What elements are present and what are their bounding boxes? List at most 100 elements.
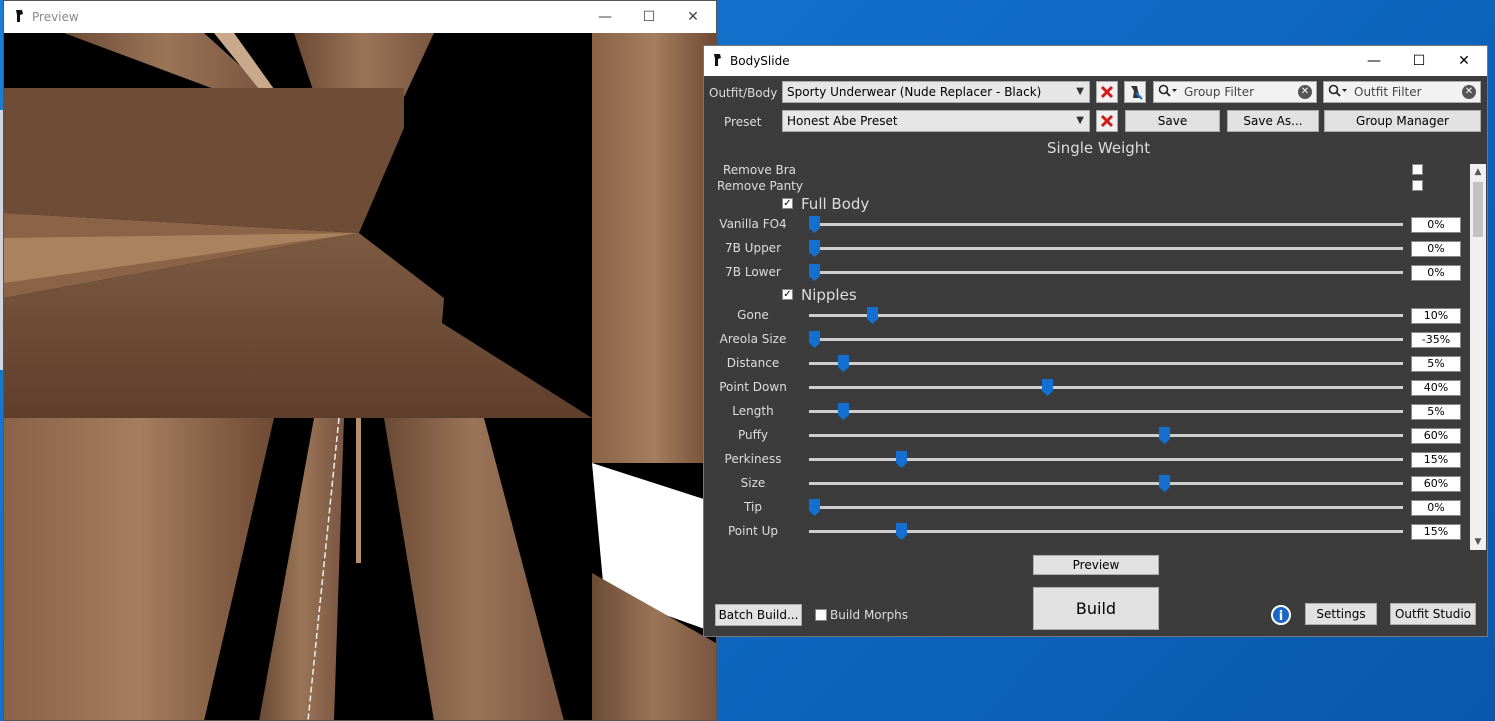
weight-title: Single Weight <box>1047 139 1151 157</box>
slider-label: Point Down <box>719 380 787 394</box>
slider-thumb[interactable] <box>1158 475 1170 492</box>
slider-thumb[interactable] <box>809 216 820 233</box>
slider-label: 7B Upper <box>724 241 781 255</box>
slider-value-field[interactable]: 0% <box>1411 265 1461 281</box>
slider-value-field[interactable]: 60% <box>1411 428 1461 444</box>
maximize-icon: ☐ <box>642 9 656 25</box>
full-body-heading: Full Body <box>801 195 870 213</box>
preview-window: Preview — ☐ ✕ <box>3 0 717 721</box>
remove-bra-label: Remove Bra <box>723 163 797 177</box>
outfit-filter-input[interactable]: Outfit Filter ✕ <box>1323 81 1481 103</box>
slider-thumb[interactable] <box>896 523 908 540</box>
slider-thumb[interactable] <box>809 264 820 281</box>
group-manager-button[interactable]: Group Manager <box>1324 110 1481 132</box>
slider-label: 7B Lower <box>725 265 781 279</box>
slider-value-field[interactable]: -35% <box>1411 332 1461 348</box>
group-filter-input[interactable]: Group Filter ✕ <box>1153 81 1317 103</box>
slider-track[interactable] <box>809 434 1403 437</box>
slider-value-field[interactable]: 5% <box>1411 356 1461 372</box>
search-icon <box>1158 84 1178 104</box>
info-icon[interactable]: i <box>1271 605 1291 625</box>
minimize-icon: — <box>1367 53 1381 69</box>
slider-track[interactable] <box>809 506 1403 509</box>
slider-track[interactable] <box>809 223 1403 226</box>
batch-build-button[interactable]: Batch Build... <box>715 604 802 626</box>
slider-label: Gone <box>737 308 769 322</box>
slider-thumb[interactable] <box>1158 427 1170 444</box>
preview-button[interactable]: Preview <box>1033 555 1159 575</box>
slider-track[interactable] <box>809 338 1403 341</box>
slider-track[interactable] <box>809 386 1403 389</box>
build-button[interactable]: Build <box>1033 587 1159 630</box>
bodyslide-app-icon <box>14 9 24 26</box>
slider-thumb[interactable] <box>867 307 879 324</box>
minimize-button[interactable]: — <box>1351 46 1397 76</box>
nipples-checkbox[interactable]: ✓ <box>782 289 793 300</box>
slider-value-field[interactable]: 10% <box>1411 308 1461 324</box>
maximize-icon: ☐ <box>1412 53 1426 69</box>
full-body-checkbox[interactable]: ✓ <box>782 198 793 209</box>
maximize-button[interactable]: ☐ <box>626 1 672 33</box>
slider-track[interactable] <box>809 314 1403 317</box>
bodyslide-window: BodySlide — ☐ ✕ Outfit/Body Sporty Under… <box>703 45 1488 637</box>
remove-outfit-button[interactable] <box>1096 81 1118 103</box>
chevron-down-icon: ▼ <box>1076 86 1084 97</box>
slider-label: Distance <box>726 356 780 370</box>
close-button[interactable]: ✕ <box>1441 46 1487 76</box>
minimize-icon: — <box>598 9 612 25</box>
slider-value-field[interactable]: 60% <box>1411 476 1461 492</box>
outfit-value: Sporty Underwear (Nude Replacer - Black) <box>787 85 1042 99</box>
slider-track[interactable] <box>809 247 1403 250</box>
outfit-picker-icon <box>1131 86 1143 100</box>
slider-value-field[interactable]: 5% <box>1411 404 1461 420</box>
slider-track[interactable] <box>809 271 1403 274</box>
delete-preset-button[interactable] <box>1096 110 1118 132</box>
slider-value-field[interactable]: 0% <box>1411 500 1461 516</box>
red-x-icon <box>1100 114 1114 128</box>
slider-track[interactable] <box>809 362 1403 365</box>
slider-value-field[interactable]: 15% <box>1411 452 1461 468</box>
slider-label: Vanilla FO4 <box>719 217 787 231</box>
clear-filter-icon[interactable]: ✕ <box>1462 85 1476 99</box>
settings-button[interactable]: Settings <box>1305 603 1377 625</box>
remove-panty-checkbox[interactable] <box>1412 180 1423 191</box>
outfit-dropdown[interactable]: Sporty Underwear (Nude Replacer - Black)… <box>782 81 1090 103</box>
save-button[interactable]: Save <box>1125 110 1220 132</box>
slider-thumb[interactable] <box>838 403 850 420</box>
slider-label: Areola Size <box>719 332 787 346</box>
preview-3d-viewport[interactable] <box>4 33 716 721</box>
slider-thumb[interactable] <box>1042 379 1054 396</box>
slider-thumb[interactable] <box>809 240 820 257</box>
slider-thumb[interactable] <box>896 451 908 468</box>
slider-track[interactable] <box>809 410 1403 413</box>
bodyslide-content: Outfit/Body Sporty Underwear (Nude Repla… <box>704 76 1487 636</box>
build-morphs-label: Build Morphs <box>830 608 909 622</box>
slider-value-field[interactable]: 15% <box>1411 524 1461 540</box>
slider-track[interactable] <box>809 482 1403 485</box>
remove-bra-checkbox[interactable] <box>1412 164 1423 175</box>
choose-outfit-button[interactable] <box>1124 81 1146 103</box>
preset-dropdown[interactable]: Honest Abe Preset ▼ <box>782 110 1090 132</box>
bodyslide-app-icon <box>712 53 722 70</box>
remove-panty-label: Remove Panty <box>717 179 803 193</box>
nipples-heading: Nipples <box>801 286 857 304</box>
build-morphs-checkbox[interactable] <box>815 609 827 621</box>
scroll-down-icon[interactable]: ▼ <box>1470 534 1486 550</box>
scroll-up-icon[interactable]: ▲ <box>1470 164 1486 180</box>
preset-value: Honest Abe Preset <box>787 114 898 128</box>
outfit-studio-button[interactable]: Outfit Studio <box>1390 603 1476 625</box>
slider-thumb[interactable] <box>838 355 850 372</box>
slider-value-field[interactable]: 40% <box>1411 380 1461 396</box>
save-as-button[interactable]: Save As... <box>1227 110 1319 132</box>
slider-thumb[interactable] <box>809 331 820 348</box>
slider-value-field[interactable]: 0% <box>1411 241 1461 257</box>
maximize-button[interactable]: ☐ <box>1396 46 1442 76</box>
slider-label: Point Up <box>727 524 778 538</box>
slider-thumb[interactable] <box>809 499 820 516</box>
slider-value-field[interactable]: 0% <box>1411 217 1461 233</box>
clear-filter-icon[interactable]: ✕ <box>1298 85 1312 99</box>
slider-scrollbar[interactable]: ▲ ▼ <box>1470 164 1486 550</box>
close-button[interactable]: ✕ <box>670 1 716 33</box>
minimize-button[interactable]: — <box>582 1 628 33</box>
scrollbar-thumb[interactable] <box>1473 182 1483 237</box>
